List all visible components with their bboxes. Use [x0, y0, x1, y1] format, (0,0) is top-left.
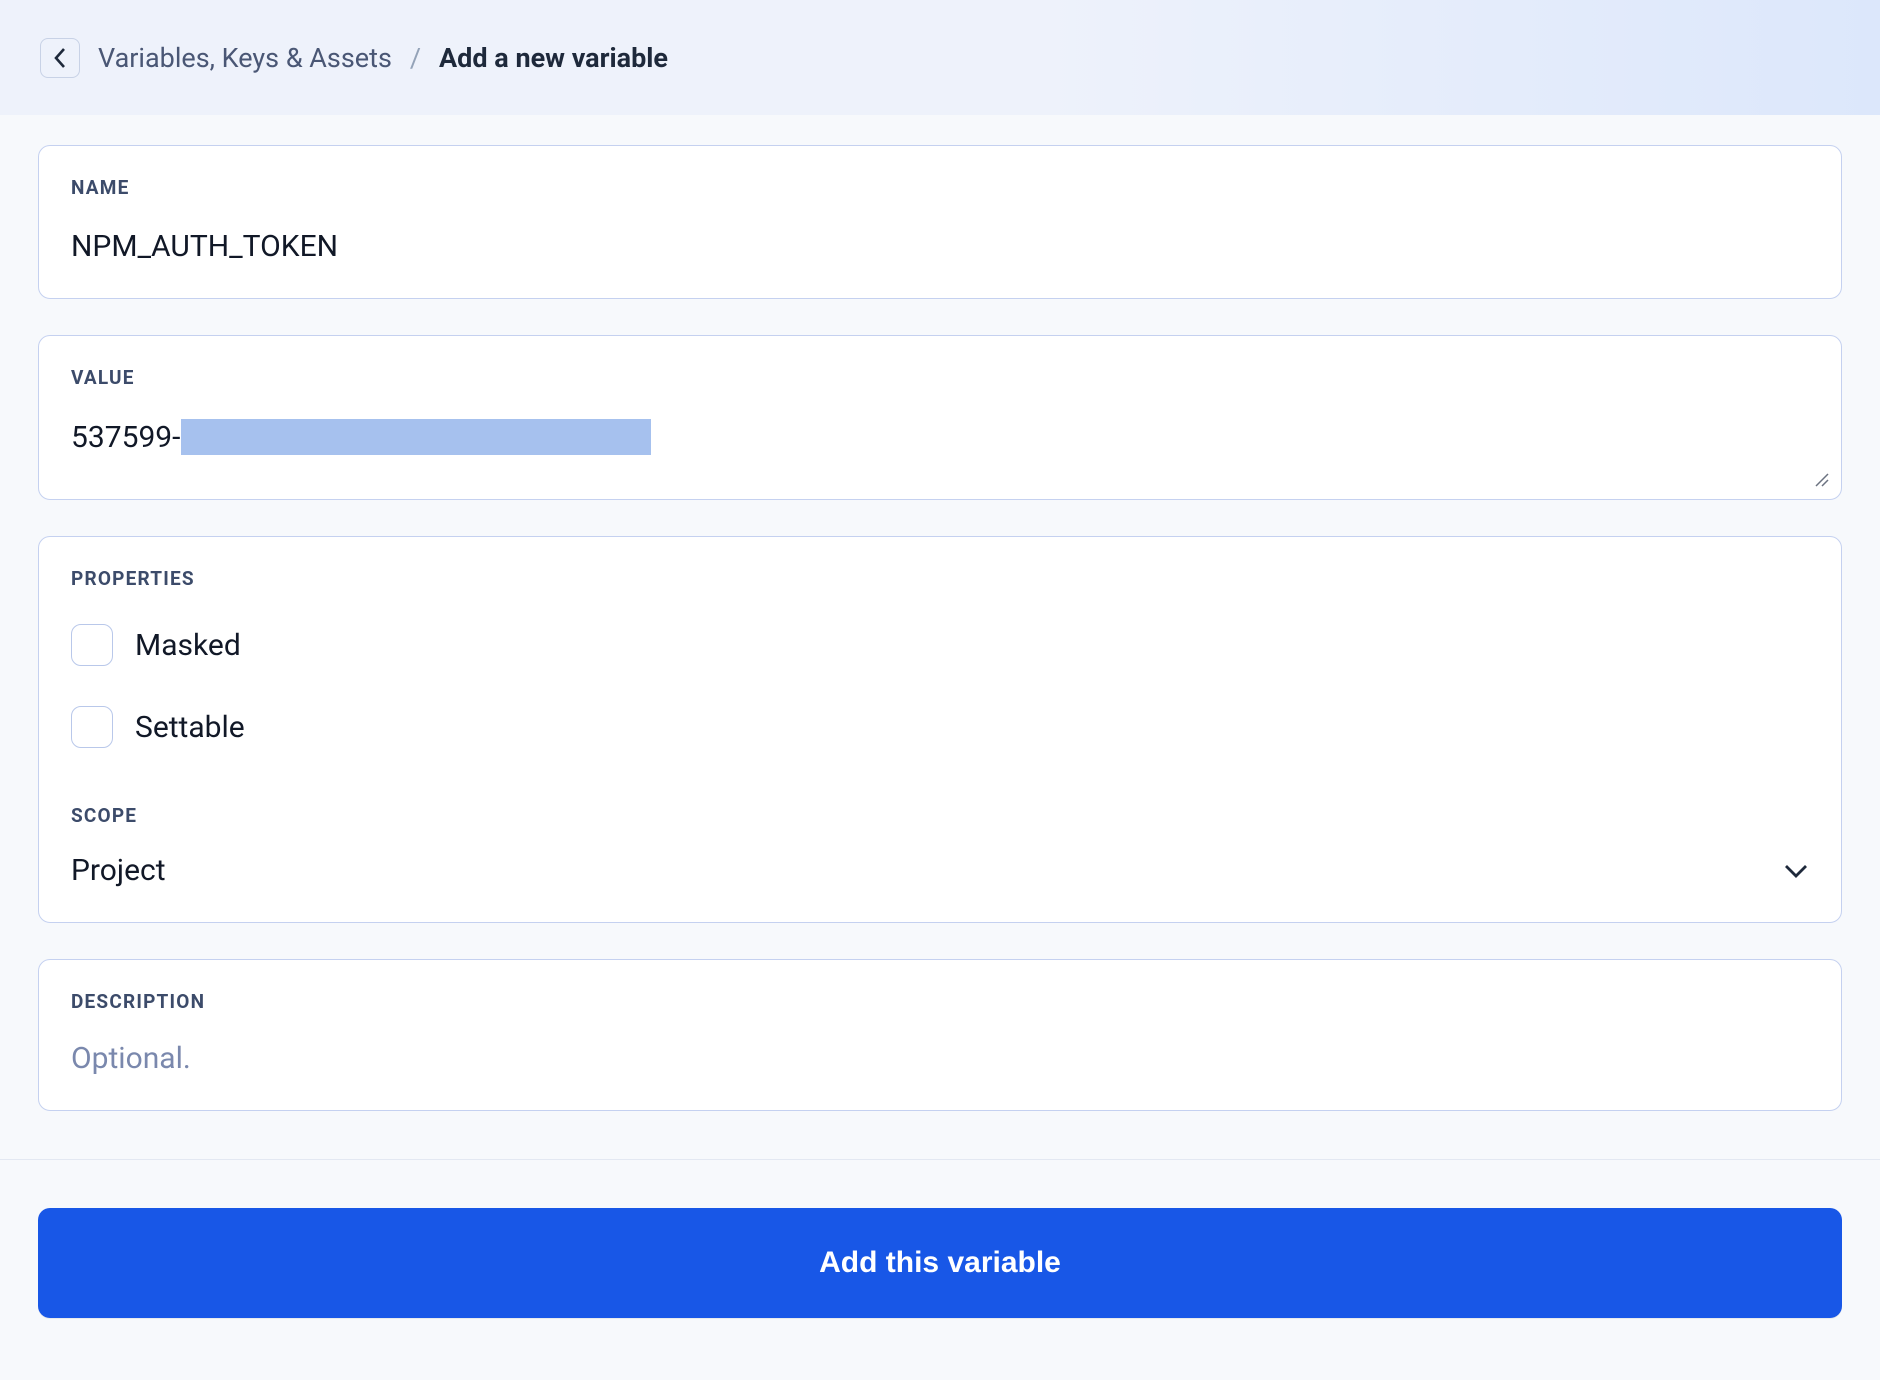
breadcrumb-parent[interactable]: Variables, Keys & Assets [98, 42, 392, 74]
value-visible-prefix: 537599- [71, 420, 180, 455]
form-content: NAME VALUE 537599- PROPERTIES Masked Set… [0, 115, 1880, 1111]
name-input[interactable] [71, 229, 1809, 264]
scope-selected-value: Project [71, 853, 166, 888]
checkbox-masked[interactable] [71, 624, 113, 666]
breadcrumb-separator: / [410, 42, 421, 74]
scope-select[interactable]: Project [71, 853, 1809, 888]
scope-label: SCOPE [71, 804, 1809, 827]
name-label: NAME [71, 176, 1809, 199]
footer: Add this variable [0, 1160, 1880, 1318]
checkbox-settable[interactable] [71, 706, 113, 748]
checkbox-label-settable: Settable [135, 710, 245, 745]
property-row-settable: Settable [71, 706, 1809, 748]
scope-block: SCOPE Project [71, 804, 1809, 888]
properties-card: PROPERTIES Masked Settable SCOPE Project [38, 536, 1842, 923]
description-input[interactable]: Optional. [71, 1041, 1809, 1076]
description-card: DESCRIPTION Optional. [38, 959, 1842, 1111]
name-card: NAME [38, 145, 1842, 299]
textarea-resize-handle[interactable] [1813, 471, 1829, 487]
description-label: DESCRIPTION [71, 990, 1809, 1013]
value-redaction [181, 419, 651, 455]
value-label: VALUE [71, 366, 1809, 389]
header: Variables, Keys & Assets / Add a new var… [0, 0, 1880, 115]
add-variable-button[interactable]: Add this variable [38, 1208, 1842, 1318]
breadcrumb-current: Add a new variable [439, 42, 668, 74]
properties-label: PROPERTIES [71, 567, 1809, 590]
value-input[interactable]: 537599- [71, 419, 1809, 455]
value-card: VALUE 537599- [38, 335, 1842, 500]
back-button[interactable] [40, 38, 80, 78]
chevron-down-icon [1783, 863, 1809, 879]
chevron-left-icon [53, 47, 67, 69]
checkbox-label-masked: Masked [135, 628, 241, 663]
property-row-masked: Masked [71, 624, 1809, 666]
